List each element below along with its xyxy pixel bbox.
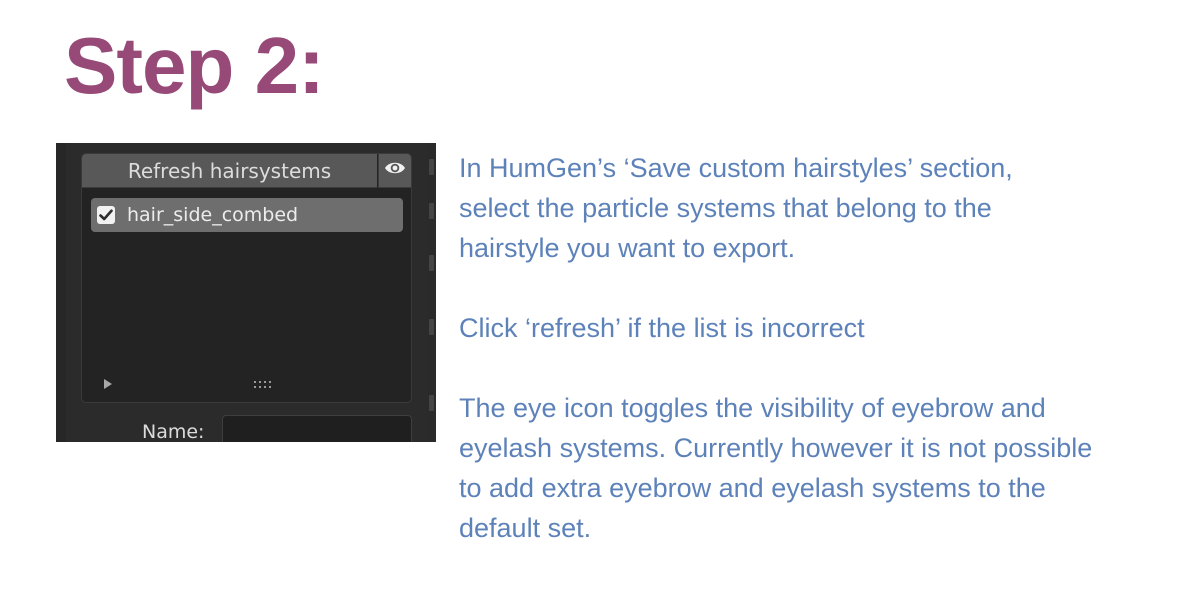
panel-edge	[56, 143, 66, 442]
instruction-line: eyelash systems. Currently however it is…	[459, 433, 1093, 463]
checkbox[interactable]	[97, 206, 115, 224]
humgen-screenshot: Refresh hairsystems hair_side_combed Nam…	[56, 143, 436, 442]
instructions-text: In HumGen’s ‘Save custom hairstyles’ sec…	[459, 148, 1179, 548]
instruction-line: select the particle systems that belong …	[459, 193, 992, 223]
step-heading: Step 2:	[64, 21, 325, 110]
instruction-line: Click ‘refresh’ if the list is incorrect	[459, 313, 865, 343]
instruction-line: The eye icon toggles the visibility of e…	[459, 393, 1046, 423]
name-field[interactable]	[222, 415, 412, 442]
instruction-line: In HumGen’s ‘Save custom hairstyles’ sec…	[459, 153, 1013, 183]
cut-off-panel-strip	[428, 143, 436, 442]
list-item-label: hair_side_combed	[127, 204, 299, 226]
grip-dots-icon[interactable]	[254, 381, 276, 391]
play-triangle-icon[interactable]	[104, 379, 112, 389]
instruction-line: to add extra eyebrow and eyelash systems…	[459, 473, 1046, 503]
checkmark-icon	[99, 209, 113, 221]
toggle-eyebrow-visibility-button[interactable]	[378, 154, 411, 188]
hairsystems-list-panel	[81, 153, 412, 403]
list-item[interactable]: hair_side_combed	[91, 198, 403, 232]
name-label: Name:	[142, 421, 205, 442]
instruction-line: default set.	[459, 513, 592, 543]
instruction-line: hairstyle you want to export.	[459, 233, 796, 263]
eye-icon	[384, 160, 406, 181]
refresh-hairsystems-button[interactable]: Refresh hairsystems	[82, 154, 377, 188]
